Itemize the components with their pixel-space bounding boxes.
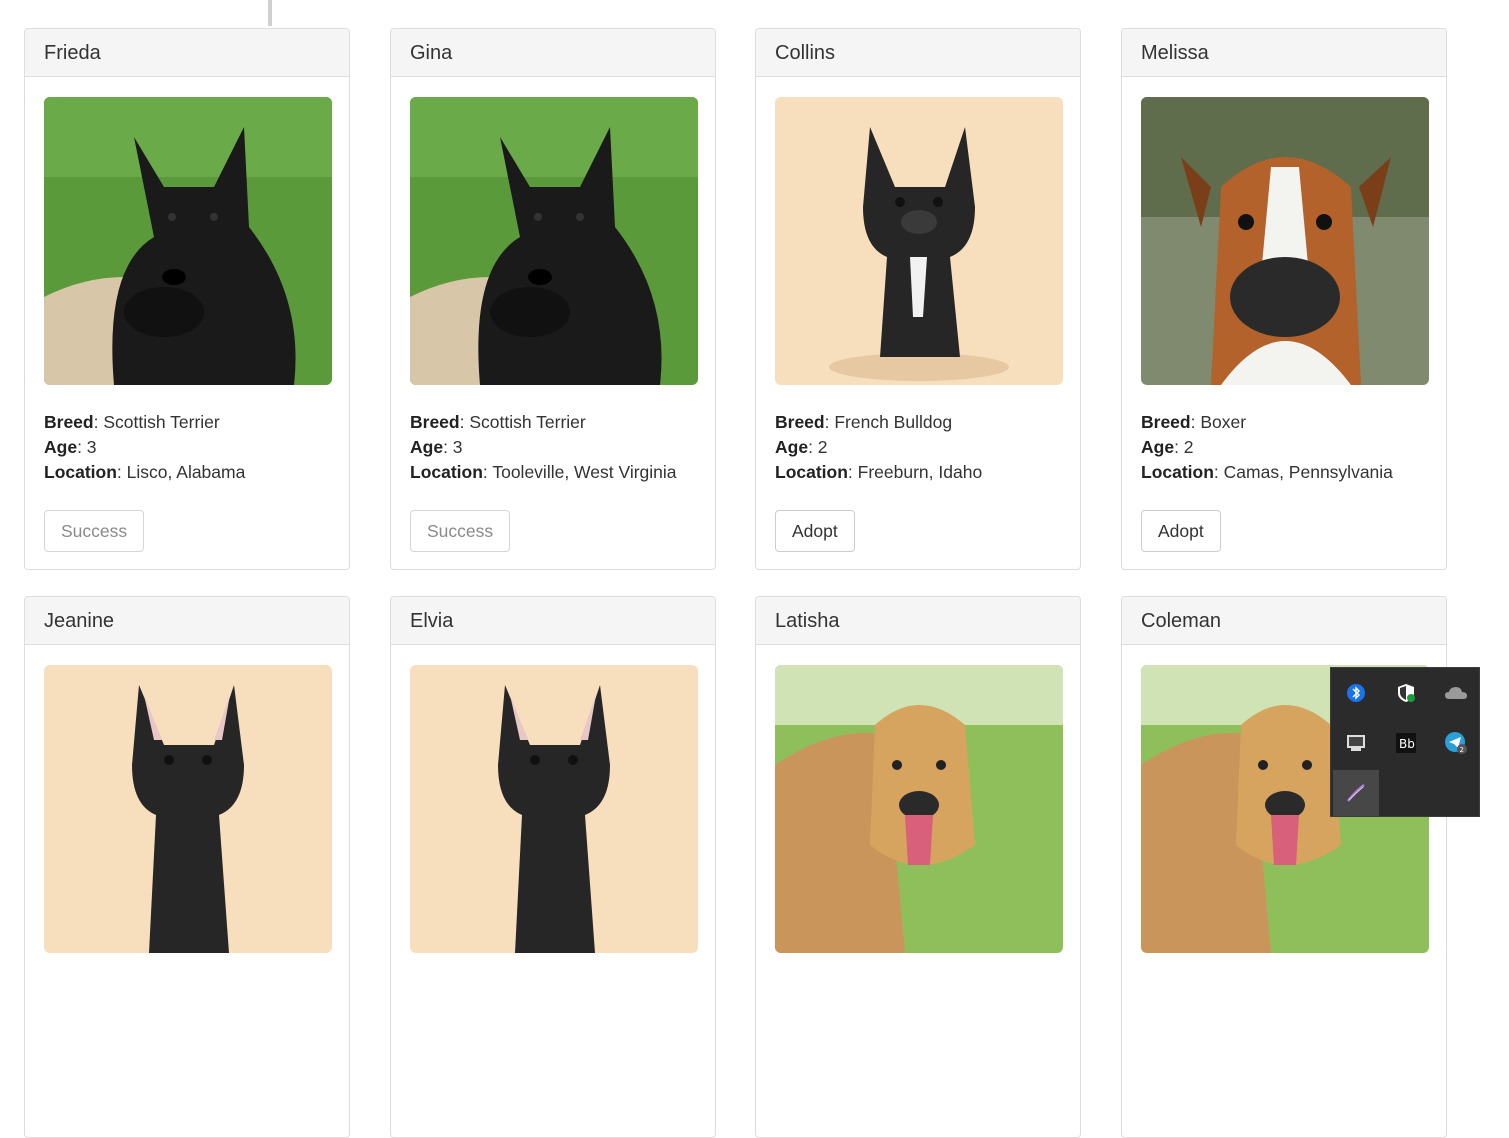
age-value: 3 [452, 437, 463, 457]
breed-line: Breed: French Bulldog [775, 412, 953, 432]
age-value: 2 [1183, 437, 1194, 457]
pet-info: Breed: Scottish Terrier Age: 3 Location:… [410, 410, 677, 485]
golden-retriever-photo [775, 665, 1063, 953]
pen-icon[interactable] [1333, 770, 1379, 816]
breed-value: Scottish Terrier [469, 412, 586, 432]
age-line: Age: 3 [44, 437, 97, 457]
success-button: Success [410, 510, 511, 552]
pet-info: Breed: French Bulldog Age: 2 Location: F… [775, 410, 982, 485]
age-line: Age: 3 [410, 437, 463, 457]
adopt-button[interactable]: Adopt [775, 510, 855, 552]
telegram-badge: 2 [1460, 746, 1464, 754]
location-value: Camas, Pennsylvania [1223, 462, 1393, 482]
location-line: Location: Tooleville, West Virginia [410, 462, 677, 482]
bluetooth-icon[interactable] [1333, 670, 1379, 716]
breed-line: Breed: Scottish Terrier [44, 412, 220, 432]
pet-info: Breed: Boxer Age: 2 Location: Camas, Pen… [1141, 410, 1393, 485]
breed-line: Breed: Boxer [1141, 412, 1247, 432]
boxer-photo [1141, 97, 1429, 385]
pet-name: Gina [391, 29, 715, 77]
telegram-icon[interactable]: 2 [1433, 720, 1479, 766]
french-bulldog-photo [410, 665, 698, 953]
age-line: Age: 2 [1141, 437, 1194, 457]
location-value: Lisco, Alabama [126, 462, 246, 482]
scroll-indicator [268, 0, 272, 26]
pet-name: Latisha [756, 597, 1080, 645]
display-icon[interactable] [1333, 720, 1379, 766]
pet-name: Coleman [1122, 597, 1446, 645]
age-value: 2 [817, 437, 828, 457]
pet-card-melissa: Melissa Breed: Boxer Age: 2 Location: Ca… [1121, 28, 1447, 570]
location-value: Freeburn, Idaho [857, 462, 983, 482]
breed-value: Boxer [1200, 412, 1247, 432]
breed-value: Scottish Terrier [103, 412, 220, 432]
onedrive-icon[interactable] [1433, 670, 1479, 716]
pet-card-jeanine: Jeanine [24, 596, 350, 1138]
adopt-button[interactable]: Adopt [1141, 510, 1221, 552]
breed-value: French Bulldog [834, 412, 953, 432]
pet-name: Frieda [25, 29, 349, 77]
french-bulldog-photo [775, 97, 1063, 385]
location-line: Location: Camas, Pennsylvania [1141, 462, 1393, 482]
svg-text:Bb: Bb [1399, 737, 1415, 751]
location-value: Tooleville, West Virginia [492, 462, 677, 482]
pet-name: Jeanine [25, 597, 349, 645]
pet-card-gina: Gina Breed: Scottish Terrier Age: 3 Loca… [390, 28, 716, 570]
pet-name: Collins [756, 29, 1080, 77]
location-line: Location: Lisco, Alabama [44, 462, 246, 482]
pet-card-collins: Collins Breed: French Bulldog Age: 2 Loc… [755, 28, 1081, 570]
pet-name: Melissa [1122, 29, 1446, 77]
windows-security-icon[interactable] [1383, 670, 1429, 716]
pet-card-elvia: Elvia [390, 596, 716, 1138]
french-bulldog-photo [44, 665, 332, 953]
system-tray-overflow: Bb 2 [1330, 667, 1480, 817]
age-value: 3 [86, 437, 97, 457]
scottish-terrier-photo [44, 97, 332, 385]
pet-info: Breed: Scottish Terrier Age: 3 Location:… [44, 410, 245, 485]
breed-line: Breed: Scottish Terrier [410, 412, 586, 432]
pet-card-frieda: Frieda Breed: Scottish Terrier Age: 3 Lo… [24, 28, 350, 570]
pet-name: Elvia [391, 597, 715, 645]
app-icon[interactable]: Bb [1383, 720, 1429, 766]
scottish-terrier-photo [410, 97, 698, 385]
pet-card-latisha: Latisha [755, 596, 1081, 1138]
age-line: Age: 2 [775, 437, 828, 457]
location-line: Location: Freeburn, Idaho [775, 462, 983, 482]
success-button: Success [44, 510, 145, 552]
